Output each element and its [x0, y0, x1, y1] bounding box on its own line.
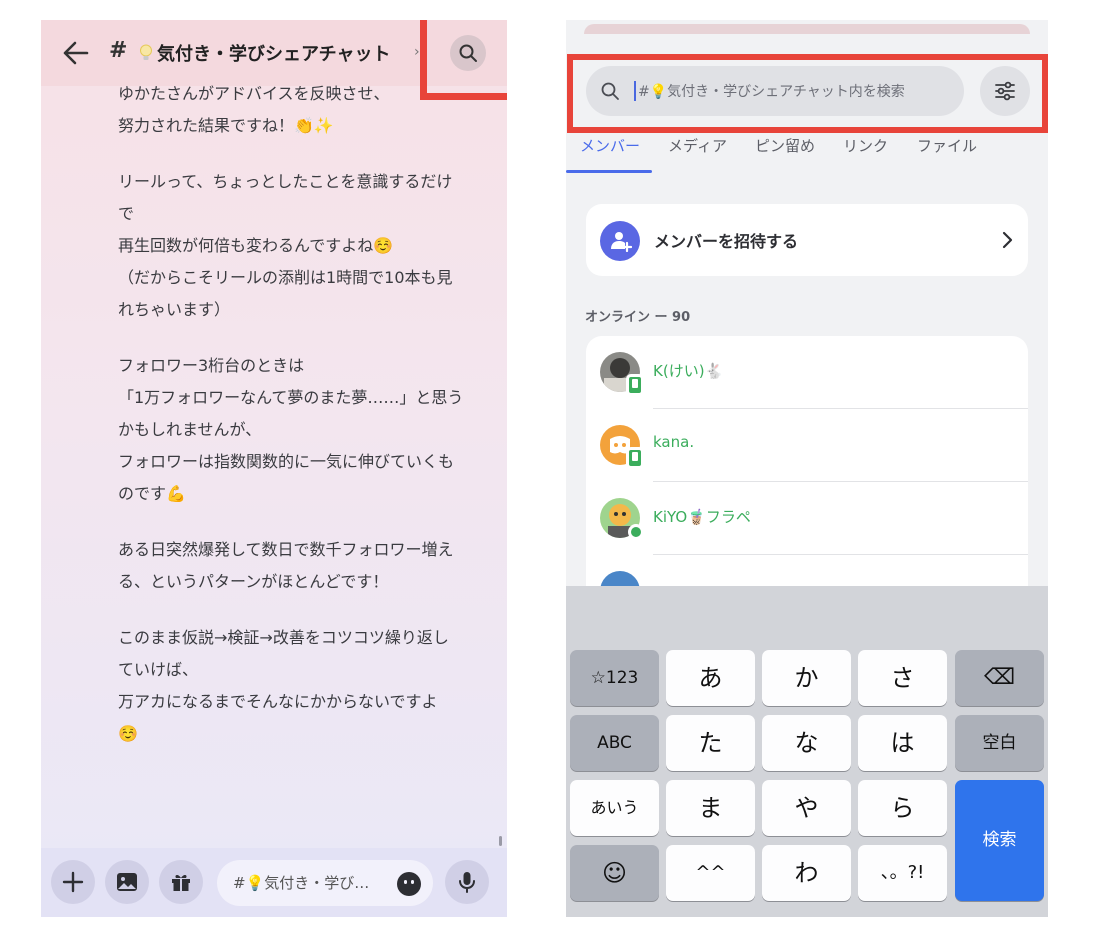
plus-icon: [62, 871, 84, 893]
chevron-right-icon: ›: [414, 44, 420, 60]
key-numbers[interactable]: ☆123: [570, 650, 659, 706]
key-ha[interactable]: は: [858, 715, 947, 771]
channel-title-text: 気付き・学びシェアチャット: [157, 44, 391, 65]
message-paragraph: ゆかたさんがアドバイスを反映させ、 努力された結果ですね！👏✨: [118, 84, 390, 135]
key-ya[interactable]: や: [762, 780, 851, 836]
key-abc[interactable]: ABC: [570, 715, 659, 771]
gift-icon: [172, 874, 190, 891]
key-punctuation[interactable]: 、。?!: [858, 845, 947, 901]
add-user-icon: [600, 221, 640, 261]
member-row[interactable]: KiYO🧋フラペ: [586, 482, 1028, 555]
key-ma[interactable]: ま: [666, 780, 755, 836]
mobile-status-icon: [626, 374, 644, 396]
japanese-keyboard: ☆123 あ か さ ⌫ ABC た な は 空白 あいう ま や ら ☺ ^^…: [566, 586, 1048, 917]
key-ka[interactable]: か: [762, 650, 851, 706]
gift-button[interactable]: [159, 860, 203, 904]
message-list: ゆかたさんがアドバイスを反映させ、 努力された結果ですね！👏✨ リールって、ちょ…: [118, 78, 498, 774]
channel-title[interactable]: 気付き・学びシェアチャット: [139, 40, 390, 66]
message-paragraph: フォロワー3桁台のときは 「1万フォロワーなんて夢のまた夢……」と思う かもしれ…: [118, 356, 464, 503]
member-row[interactable]: K(けい)🐇: [586, 336, 1028, 409]
member-row[interactable]: kana.: [586, 409, 1028, 482]
channel-hash-icon: #: [109, 38, 128, 63]
key-wa[interactable]: わ: [762, 845, 851, 901]
member-list: K(けい)🐇 kana. KiYO🧋フラペ: [586, 336, 1028, 596]
mobile-status-icon: [626, 447, 644, 469]
lightbulb-icon: [140, 44, 152, 60]
message-paragraph: ある日突然爆発して数日で数千フォロワー増え る、というパターンがほとんどです！: [118, 540, 454, 591]
scrollbar-thumb[interactable]: [499, 836, 502, 846]
key-a[interactable]: あ: [666, 650, 755, 706]
tab-bar: メンバー メディア ピン留め リンク ファイル: [566, 132, 1048, 174]
message-composer: #💡気付き・学び…: [41, 848, 507, 917]
chevron-right-icon: [1002, 231, 1013, 249]
tab-pinned[interactable]: ピン留め: [755, 135, 815, 156]
active-tab-indicator: [566, 170, 652, 173]
tab-links[interactable]: リンク: [843, 135, 888, 156]
online-status-icon: [628, 524, 644, 540]
space-key[interactable]: 空白: [955, 715, 1044, 771]
member-name: kana.: [653, 433, 695, 451]
microphone-icon: [459, 872, 475, 893]
add-button[interactable]: [51, 860, 95, 904]
message-paragraph: このまま仮説→検証→改善をコツコツ繰り返し ていけば、 万アカになるまでそんなに…: [118, 628, 449, 743]
channel-chat-screen: # 気付き・学びシェアチャット › ゆかたさんがアドバイスを反映させ、 努力され…: [41, 20, 507, 917]
image-icon: [117, 873, 137, 891]
search-key[interactable]: 検索: [955, 780, 1044, 901]
tab-members[interactable]: メンバー: [580, 135, 640, 156]
key-hiragana[interactable]: あいう: [570, 780, 659, 836]
key-na[interactable]: な: [762, 715, 851, 771]
backspace-key[interactable]: ⌫: [955, 650, 1044, 706]
tab-media[interactable]: メディア: [668, 135, 727, 156]
message-paragraph: リールって、ちょっとしたことを意識するだけ で 再生回数が何倍も変わるんですよね…: [118, 172, 453, 319]
member-name: K(けい)🐇: [653, 362, 724, 380]
back-arrow-icon[interactable]: [61, 40, 89, 66]
image-button[interactable]: [105, 860, 149, 904]
invite-label: メンバーを招待する: [654, 232, 799, 251]
key-kaomoji[interactable]: ^^: [666, 845, 755, 901]
key-ta[interactable]: た: [666, 715, 755, 771]
invite-members-button[interactable]: メンバーを招待する: [586, 204, 1028, 276]
online-members-header: オンライン ー 90: [585, 310, 691, 325]
highlight-box: [567, 54, 1048, 133]
member-name: KiYO🧋フラペ: [653, 508, 751, 526]
sheet-top: [566, 34, 1048, 54]
emoji-key[interactable]: ☺: [570, 845, 659, 901]
emoji-icon[interactable]: [397, 872, 421, 896]
key-ra[interactable]: ら: [858, 780, 947, 836]
key-sa[interactable]: さ: [858, 650, 947, 706]
tab-files[interactable]: ファイル: [917, 135, 977, 156]
voice-button[interactable]: [445, 860, 489, 904]
channel-search-screen: #💡気付き・学びシェアチャット内を検索 メンバー メディア ピン留め リンク フ…: [566, 20, 1048, 917]
